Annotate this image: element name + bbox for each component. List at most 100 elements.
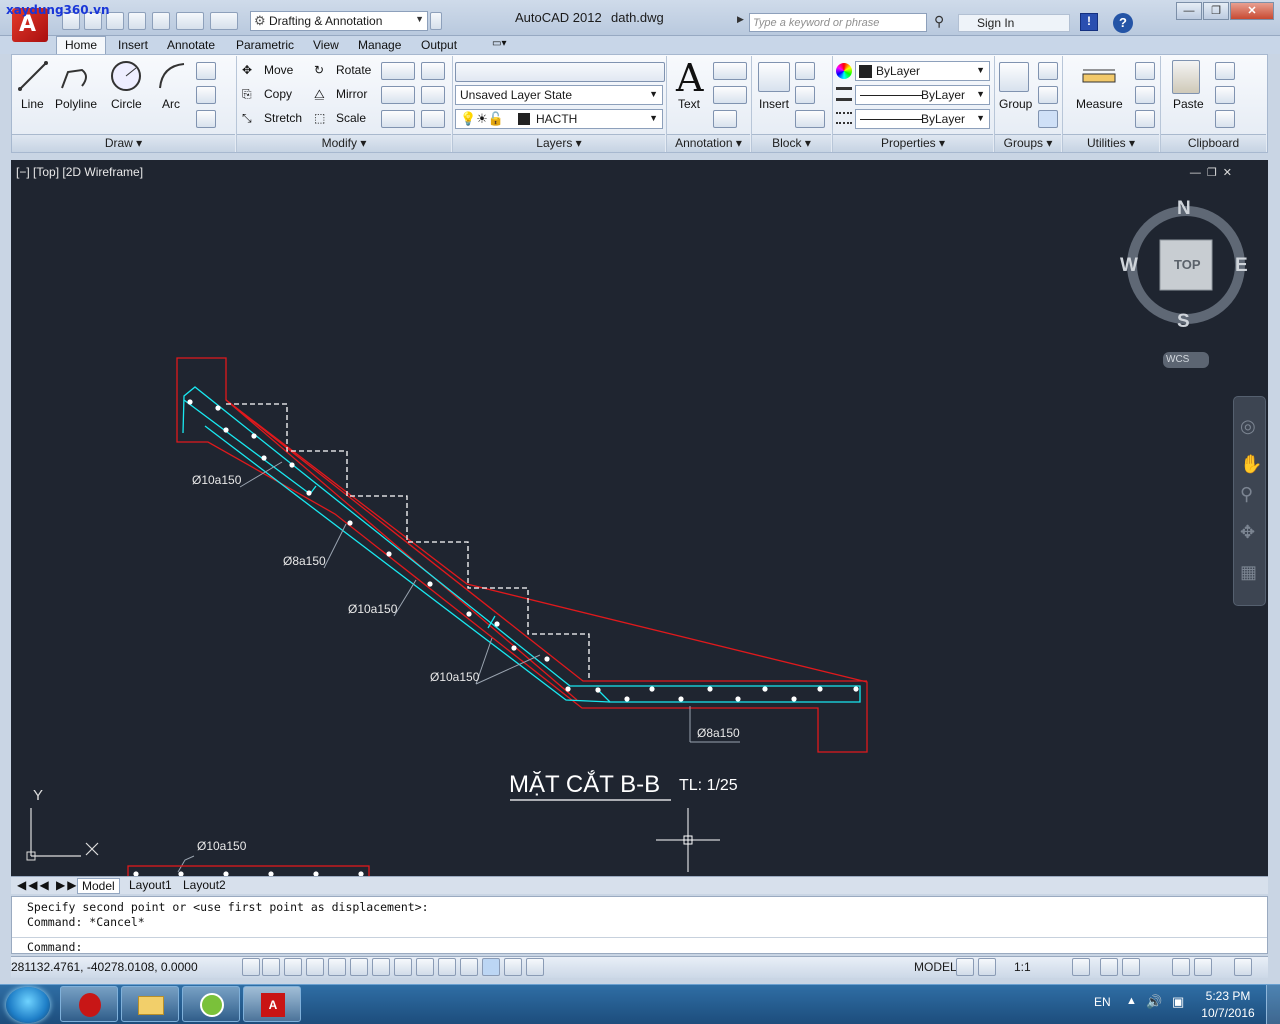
volume-icon[interactable]: 🔊 bbox=[1146, 994, 1162, 1010]
tab-insert[interactable]: Insert bbox=[110, 37, 156, 53]
3d-osnap-icon[interactable] bbox=[372, 958, 390, 976]
line-icon[interactable] bbox=[17, 60, 49, 92]
select-all-icon[interactable] bbox=[1135, 86, 1155, 104]
copy-clip-icon[interactable] bbox=[1215, 86, 1235, 104]
match-properties-icon[interactable] bbox=[836, 63, 852, 79]
workspace-dropdown[interactable]: Drafting & Annotation ▼ bbox=[250, 11, 428, 31]
text-icon[interactable]: A bbox=[676, 56, 703, 100]
measure-icon[interactable] bbox=[1082, 66, 1116, 88]
annotation-scale[interactable]: 1:1 bbox=[1014, 960, 1031, 974]
taskbar-explorer[interactable] bbox=[121, 986, 179, 1022]
annotation-visibility-icon[interactable] bbox=[1072, 958, 1090, 976]
zoom-icon[interactable]: ⚲ bbox=[1240, 484, 1253, 505]
quick-select-icon[interactable] bbox=[1135, 62, 1155, 80]
panel-layers[interactable]: Layers ▾ bbox=[453, 134, 665, 152]
command-window[interactable]: Specify second point or <use first point… bbox=[11, 896, 1268, 954]
stretch-button[interactable]: Stretch bbox=[264, 111, 302, 125]
insert-block-icon[interactable] bbox=[758, 62, 790, 92]
leader-icon[interactable] bbox=[713, 86, 747, 104]
binoculars-icon[interactable]: ⚲ bbox=[934, 13, 952, 31]
language-indicator[interactable]: EN bbox=[1094, 995, 1111, 1009]
showmotion-icon[interactable]: ▦ bbox=[1240, 562, 1257, 583]
copy-button[interactable]: Copy bbox=[264, 87, 292, 101]
cut-icon[interactable] bbox=[1215, 62, 1235, 80]
orbit-icon[interactable]: ✥ bbox=[1240, 522, 1255, 543]
redo-icon[interactable] bbox=[210, 12, 238, 30]
arc-icon[interactable] bbox=[156, 60, 188, 92]
pan-icon[interactable]: ✋ bbox=[1240, 454, 1262, 475]
polyline-icon[interactable] bbox=[60, 62, 92, 92]
hatch-icon[interactable] bbox=[196, 110, 216, 128]
move-button[interactable]: Move bbox=[264, 63, 293, 77]
osnap-icon[interactable] bbox=[350, 958, 368, 976]
exchange-icon[interactable]: ! bbox=[1080, 13, 1098, 31]
transparency-icon[interactable] bbox=[482, 958, 500, 976]
erase-icon[interactable] bbox=[421, 62, 445, 80]
paste-special-icon[interactable] bbox=[1215, 110, 1235, 128]
compass-south[interactable]: S bbox=[1177, 311, 1190, 333]
edit-block-icon[interactable] bbox=[795, 86, 815, 104]
tab-parametric[interactable]: Parametric bbox=[228, 37, 302, 53]
panel-draw[interactable]: Draw ▾ bbox=[12, 134, 235, 152]
search-input[interactable]: Type a keyword or phrase bbox=[749, 13, 927, 32]
ungroup-icon[interactable] bbox=[1038, 62, 1058, 80]
maximize-button[interactable]: ❐ bbox=[1203, 2, 1229, 20]
group-select-icon[interactable] bbox=[1038, 110, 1058, 128]
infer-constraints-icon[interactable] bbox=[242, 958, 260, 976]
taskbar-browser[interactable] bbox=[182, 986, 240, 1022]
circle-icon[interactable] bbox=[110, 60, 142, 92]
compass-north[interactable]: N bbox=[1177, 198, 1191, 220]
taskbar-app-1[interactable] bbox=[60, 986, 118, 1022]
tab-view[interactable]: View bbox=[305, 37, 347, 53]
model-space-button[interactable]: MODEL bbox=[914, 960, 957, 974]
otrack-icon[interactable] bbox=[394, 958, 412, 976]
tab-model[interactable]: Model bbox=[77, 878, 120, 894]
tab-annotate[interactable]: Annotate bbox=[159, 37, 223, 53]
clean-screen-icon[interactable] bbox=[1234, 958, 1252, 976]
layer-dropdown[interactable]: 💡☀🔓 HACTH ▼ bbox=[455, 109, 663, 129]
compass-east[interactable]: E bbox=[1235, 255, 1248, 277]
workspace-switching-icon[interactable] bbox=[1100, 958, 1118, 976]
drawing-canvas[interactable]: Ø10a150 Ø8a150 Ø10a150 Ø10a150 Ø8a150 Ø1… bbox=[11, 160, 1268, 876]
steering-wheel-icon[interactable]: ◎ bbox=[1240, 416, 1256, 437]
panel-groups[interactable]: Groups ▾ bbox=[995, 134, 1061, 152]
minimize-button[interactable]: — bbox=[1176, 2, 1202, 20]
network-icon[interactable]: ▣ bbox=[1172, 994, 1184, 1010]
stretch-icon[interactable]: ⤡ bbox=[242, 111, 252, 126]
tab-output[interactable]: Output bbox=[413, 37, 465, 53]
move-icon[interactable]: ✥ bbox=[242, 63, 252, 77]
copy-icon[interactable]: ⎘ bbox=[242, 87, 252, 102]
quick-view-drawings-icon[interactable] bbox=[978, 958, 996, 976]
quick-view-layouts-icon[interactable] bbox=[956, 958, 974, 976]
taskbar-autocad[interactable]: A bbox=[243, 986, 301, 1022]
start-button[interactable] bbox=[6, 987, 50, 1023]
rotate-icon[interactable]: ↻ bbox=[314, 63, 324, 77]
panel-block[interactable]: Block ▾ bbox=[752, 134, 831, 152]
panel-clipboard[interactable]: Clipboard bbox=[1161, 134, 1266, 152]
tab-home[interactable]: Home bbox=[56, 36, 107, 55]
show-hidden-icons-icon[interactable]: ▲ bbox=[1126, 995, 1137, 1007]
panel-modify[interactable]: Modify ▾ bbox=[237, 134, 451, 152]
hardware-acceleration-icon[interactable] bbox=[1172, 958, 1190, 976]
quick-properties-icon[interactable] bbox=[504, 958, 522, 976]
show-desktop-button[interactable] bbox=[1266, 985, 1280, 1024]
ribbon-toggle-icon[interactable]: ▭▾ bbox=[484, 37, 514, 50]
explode-icon[interactable] bbox=[421, 86, 445, 104]
compass-west[interactable]: W bbox=[1120, 255, 1138, 277]
linetype-dropdown[interactable]: ByLayer ▼ bbox=[855, 109, 990, 129]
polar-icon[interactable] bbox=[328, 958, 346, 976]
panel-properties[interactable]: Properties ▾ bbox=[833, 134, 993, 152]
offset-icon[interactable] bbox=[421, 110, 445, 128]
group-edit-icon[interactable] bbox=[1038, 86, 1058, 104]
coordinate-display[interactable]: 281132.4761, -40278.0108, 0.0000 bbox=[11, 960, 198, 974]
tab-manage[interactable]: Manage bbox=[350, 37, 409, 53]
command-input[interactable]: Command: bbox=[12, 937, 1267, 954]
panel-annotation[interactable]: Annotation ▾ bbox=[667, 134, 750, 152]
isolate-objects-icon[interactable] bbox=[1194, 958, 1212, 976]
ortho-icon[interactable] bbox=[306, 958, 324, 976]
fillet-icon[interactable] bbox=[381, 86, 415, 104]
calculator-icon[interactable] bbox=[1135, 110, 1155, 128]
rotate-button[interactable]: Rotate bbox=[336, 63, 371, 77]
lineweight-toggle-icon[interactable] bbox=[460, 958, 478, 976]
group-icon[interactable] bbox=[999, 62, 1029, 92]
